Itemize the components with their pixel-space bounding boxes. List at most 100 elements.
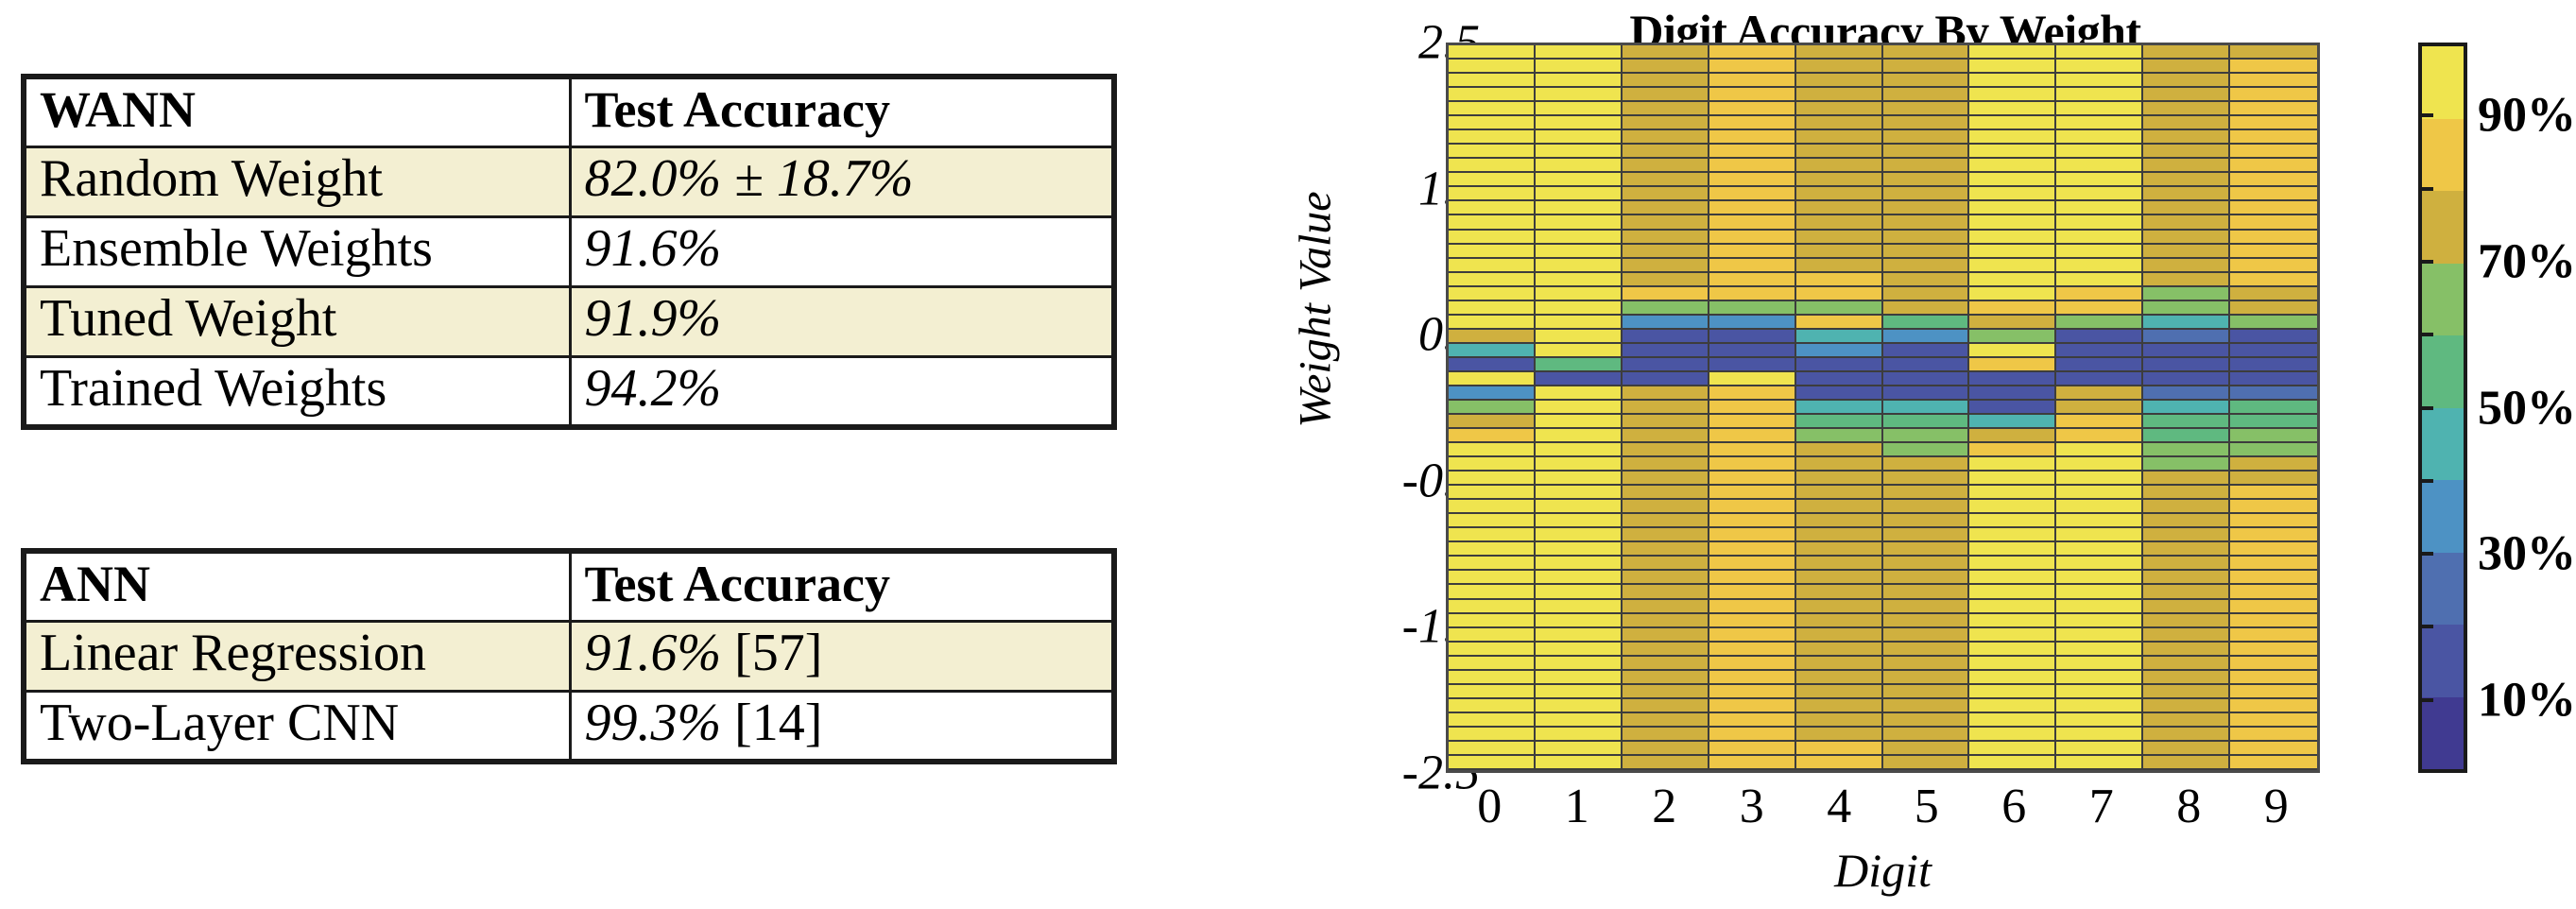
heatmap-cell <box>2056 571 2142 586</box>
heatmap-cell <box>2143 244 2229 259</box>
heatmap-cell <box>1969 585 2055 600</box>
heatmap-cell <box>2230 415 2317 430</box>
heatmap-cell <box>1795 343 1881 358</box>
heatmap-cell <box>2143 60 2229 75</box>
heatmap-cell <box>1709 486 1795 501</box>
heatmap-cell <box>2056 727 2142 742</box>
heatmap-cell <box>2230 315 2317 330</box>
heatmap-cell <box>1622 244 1708 259</box>
heatmap-cell <box>1882 187 1968 202</box>
heatmap-cell <box>1449 571 1534 586</box>
heatmap-cell <box>1622 542 1708 557</box>
colorbar-tick-mark <box>2418 625 2433 629</box>
heatmap-cell <box>1795 300 1881 316</box>
heatmap-cell <box>1969 258 2055 273</box>
heatmap-cell <box>2143 45 2229 60</box>
heatmap-cell <box>2230 627 2317 643</box>
heatmap-cell <box>1535 371 1621 386</box>
heatmap-cell <box>2056 371 2142 386</box>
heatmap-cell <box>1709 472 1795 487</box>
heatmap-cell <box>1795 457 1881 472</box>
heatmap-cell <box>2230 230 2317 245</box>
heatmap-cell <box>1795 102 1881 117</box>
heatmap-cell <box>1535 45 1621 60</box>
heatmap-cell <box>1969 670 2055 685</box>
heatmap-cell <box>2056 472 2142 487</box>
heatmap-cell <box>1449 173 1534 188</box>
heatmap-cell <box>1969 173 2055 188</box>
heatmap-cell <box>1622 88 1708 103</box>
heatmap-cell <box>1709 712 1795 728</box>
colorbar-band <box>2422 335 2464 408</box>
heatmap-cell <box>1882 116 1968 131</box>
heatmap-column <box>2056 45 2144 770</box>
heatmap-cell <box>2230 159 2317 174</box>
heatmap-cell <box>1882 258 1968 273</box>
heatmap-cell <box>2143 187 2229 202</box>
row-label-cell: Trained Weights <box>22 354 572 428</box>
ann-table-body: ANN Test Accuracy Linear Regression 91.6% [… <box>22 549 1116 763</box>
heatmap-cell <box>1709 571 1795 586</box>
heatmap-cell <box>1449 613 1534 628</box>
heatmap-cell <box>1795 159 1881 174</box>
heatmap-cell <box>1882 88 1968 103</box>
heatmap-cell <box>2143 528 2229 543</box>
heatmap-cell <box>1622 272 1708 287</box>
heatmap-cell <box>1535 173 1621 188</box>
heatmap-cell <box>1449 244 1534 259</box>
heatmap-cell <box>2143 443 2229 458</box>
heatmap-cell <box>1882 400 1968 416</box>
colorbar-tick-mark <box>2418 478 2433 483</box>
heatmap-cell <box>1795 698 1881 713</box>
table-row: Trained Weights 94.2% <box>22 354 1116 428</box>
heatmap-cell <box>1882 599 1968 614</box>
heatmap-cell <box>1535 258 1621 273</box>
heatmap-cell <box>2056 102 2142 117</box>
heatmap-cell <box>1449 201 1534 216</box>
heatmap-cell <box>1449 145 1534 160</box>
heatmap-cell <box>2056 244 2142 259</box>
heatmap-cell <box>1622 315 1708 330</box>
heatmap-cell <box>1622 741 1708 756</box>
colorbar-tick-mark <box>2418 552 2433 557</box>
heatmap-cell <box>1969 429 2055 444</box>
heatmap-cell <box>1535 627 1621 643</box>
heatmap-cell <box>1709 272 1795 287</box>
heatmap-cell <box>2143 102 2229 117</box>
heatmap-cell <box>1969 727 2055 742</box>
heatmap-cell <box>2230 443 2317 458</box>
heatmap-cell <box>1969 116 2055 131</box>
heatmap-cell <box>1795 684 1881 699</box>
heatmap-cell <box>1882 528 1968 543</box>
heatmap-cell <box>2230 371 2317 386</box>
heatmap-cell <box>1882 173 1968 188</box>
heatmap-cell <box>2056 627 2142 643</box>
row-accuracy-cell: 99.3% [14] <box>568 689 1116 763</box>
heatmap-cell <box>1622 145 1708 160</box>
heatmap-cell <box>2230 585 2317 600</box>
heatmap-cell <box>1795 670 1881 685</box>
colorbar-band <box>2422 46 2464 119</box>
heatmap-cell <box>1535 585 1621 600</box>
accuracy-value: 94.2% <box>584 358 722 418</box>
heatmap-cell <box>1622 727 1708 742</box>
heatmap-cell <box>2230 514 2317 529</box>
heatmap-cell <box>1709 613 1795 628</box>
heatmap-cell <box>1969 329 2055 344</box>
heatmap-cell <box>1449 443 1534 458</box>
heatmap-cell <box>2143 684 2229 699</box>
heatmap-cell <box>1622 286 1708 301</box>
heatmap-cell <box>1795 400 1881 416</box>
heatmap-cell <box>1449 45 1534 60</box>
heatmap-cell <box>2143 599 2229 614</box>
heatmap-cell <box>1969 187 2055 202</box>
heatmap-cell <box>1969 627 2055 643</box>
heatmap-cell <box>2143 585 2229 600</box>
heatmap-cell <box>2143 642 2229 657</box>
heatmap-cell <box>2230 173 2317 188</box>
row-label-cell: Linear Regression <box>22 619 572 693</box>
table-row: Two-Layer CNN 99.3% [14] <box>22 689 1116 763</box>
heatmap-cell <box>1882 500 1968 515</box>
heatmap-cell <box>2230 656 2317 671</box>
heatmap-cell <box>1449 371 1534 386</box>
